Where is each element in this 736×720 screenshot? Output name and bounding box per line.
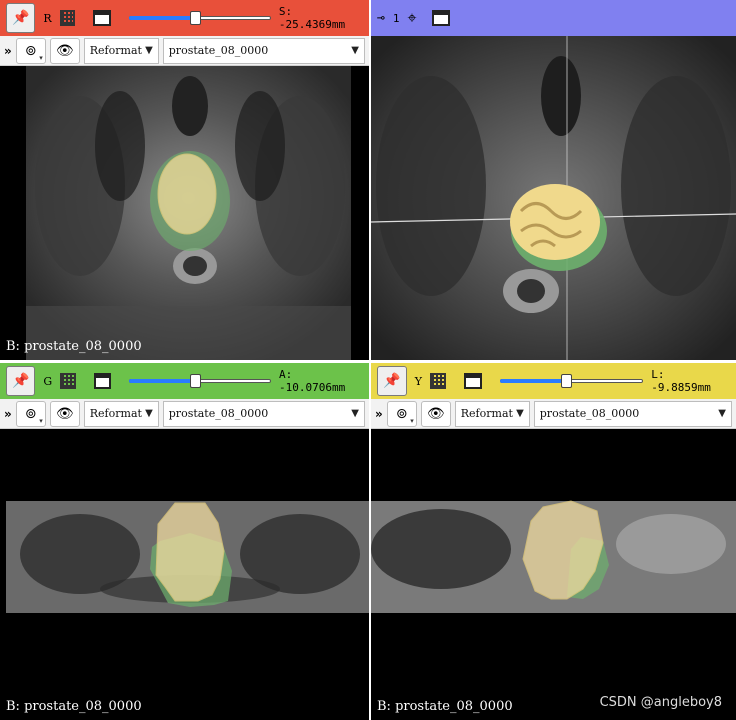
layout-grid-icon[interactable] bbox=[429, 373, 446, 389]
pin-icon[interactable]: ⊸ bbox=[377, 11, 385, 26]
yellow-view-toolbar: » ⊚ ▾ 👁 Reformat ▼ prostate_08_0000 ▼ bbox=[371, 399, 736, 429]
eye-icon: 👁 bbox=[55, 42, 74, 59]
volume-value: prostate_08_0000 bbox=[539, 407, 640, 420]
orientation-value: Reformat bbox=[460, 407, 513, 420]
3d-render-image[interactable] bbox=[371, 36, 736, 360]
visibility-button[interactable]: 👁 bbox=[49, 400, 80, 427]
3d-view-controller-bar: ⊸ 1 ⌖ bbox=[371, 0, 736, 36]
dropdown-arrow-icon: ▼ bbox=[516, 408, 524, 419]
pin-icon: 📌 bbox=[383, 373, 401, 389]
slider-thumb[interactable] bbox=[189, 374, 201, 388]
orientation-dropdown[interactable]: Reformat ▼ bbox=[83, 400, 159, 427]
maximize-view-icon[interactable] bbox=[93, 373, 112, 389]
yellow-slice-view[interactable]: 📌 Y L: -9.8859mm » ⊚ ▾ 👁 Reformat ▼ prosta… bbox=[371, 363, 736, 720]
red-slice-view[interactable]: 📌 R S: -25.4369mm » ⊚ ▾ 👁 Reformat ▼ prost… bbox=[0, 0, 369, 360]
visibility-button[interactable]: 👁 bbox=[420, 400, 451, 427]
view-axis-label: R bbox=[43, 11, 52, 25]
slider-thumb[interactable] bbox=[561, 374, 573, 388]
slice-offset-slider[interactable] bbox=[129, 11, 271, 25]
orientation-value: Reformat bbox=[89, 407, 142, 420]
green-view-toolbar: » ⊚ ▾ 👁 Reformat ▼ prostate_08_0000 ▼ bbox=[0, 399, 369, 429]
slice-offset-slider[interactable] bbox=[499, 374, 644, 388]
link-rings-icon: ⊚ bbox=[24, 42, 37, 59]
pin-icon: 📌 bbox=[11, 373, 30, 389]
dropdown-arrow-icon: ▼ bbox=[145, 45, 153, 56]
red-view-toolbar: » ⊚ ▾ 👁 Reformat ▼ prostate_08_0000 ▼ bbox=[0, 36, 369, 66]
maximize-view-icon[interactable] bbox=[463, 373, 482, 389]
maximize-view-icon[interactable] bbox=[432, 10, 451, 26]
eye-icon: 👁 bbox=[55, 405, 74, 422]
pin-icon: 📌 bbox=[11, 10, 30, 26]
link-rings-icon: ⊚ bbox=[24, 405, 37, 422]
background-volume-dropdown[interactable]: prostate_08_0000 ▼ bbox=[533, 400, 732, 427]
visibility-button[interactable]: 👁 bbox=[49, 37, 80, 64]
center-view-icon[interactable]: ⌖ bbox=[407, 8, 416, 28]
background-volume-dropdown[interactable]: prostate_08_0000 ▼ bbox=[162, 37, 365, 64]
slider-fill bbox=[129, 16, 196, 20]
dropdown-arrow-icon: ▼ bbox=[351, 408, 359, 419]
view-number: 1 bbox=[392, 11, 400, 25]
yellow-view-controller-bar: 📌 Y L: -9.8859mm bbox=[371, 363, 736, 399]
slice-offset-slider[interactable] bbox=[129, 374, 271, 388]
pin-button[interactable]: 📌 bbox=[6, 366, 36, 396]
view-axis-label: G bbox=[43, 374, 53, 388]
link-rings-icon: ⊚ bbox=[395, 405, 408, 422]
slice-offset-readout: S: -25.4369mm bbox=[278, 5, 346, 31]
3d-view[interactable]: ⊸ 1 ⌖ bbox=[371, 0, 736, 360]
slice-offset-readout: A: -10.0706mm bbox=[278, 368, 346, 394]
slider-fill bbox=[129, 379, 196, 383]
dropdown-arrow-icon: ▼ bbox=[718, 408, 726, 419]
layout-grid-icon[interactable] bbox=[60, 373, 76, 389]
more-chevron-icon[interactable]: » bbox=[375, 407, 383, 421]
link-button[interactable]: ⊚ ▾ bbox=[15, 37, 46, 64]
background-volume-dropdown[interactable]: prostate_08_0000 ▼ bbox=[162, 400, 365, 427]
slice-offset-readout: L: -9.8859mm bbox=[651, 368, 711, 394]
slider-thumb[interactable] bbox=[189, 11, 201, 25]
green-slice-view[interactable]: 📌 G A: -10.0706mm » ⊚ ▾ 👁 Reformat ▼ prost… bbox=[0, 363, 369, 720]
green-slice-image[interactable]: B: prostate_08_0000 bbox=[0, 429, 369, 720]
pin-button[interactable]: 📌 bbox=[6, 3, 36, 33]
yellow-slice-image[interactable]: B: prostate_08_0000 bbox=[371, 429, 736, 720]
more-chevron-icon[interactable]: » bbox=[4, 44, 12, 58]
view-caption: B: prostate_08_0000 bbox=[6, 699, 142, 714]
view-caption: B: prostate_08_0000 bbox=[6, 339, 142, 354]
slider-fill bbox=[499, 379, 568, 383]
layout-grid-icon[interactable] bbox=[59, 10, 76, 26]
link-button[interactable]: ⊚ ▾ bbox=[386, 400, 417, 427]
view-caption: B: prostate_08_0000 bbox=[377, 699, 513, 714]
dropdown-arrow-icon: ▼ bbox=[145, 408, 153, 419]
orientation-value: Reformat bbox=[89, 44, 142, 57]
view-divider-vertical bbox=[369, 0, 371, 720]
pin-button[interactable]: 📌 bbox=[377, 366, 407, 396]
view-divider-horizontal bbox=[0, 360, 736, 363]
orientation-dropdown[interactable]: Reformat ▼ bbox=[83, 37, 159, 64]
watermark-text: CSDN @angleboy8 bbox=[599, 695, 722, 710]
red-slice-image[interactable]: B: prostate_08_0000 bbox=[0, 66, 369, 360]
dropdown-arrow-icon: ▼ bbox=[351, 45, 359, 56]
eye-icon: 👁 bbox=[426, 405, 445, 422]
link-button[interactable]: ⊚ ▾ bbox=[15, 400, 46, 427]
volume-value: prostate_08_0000 bbox=[168, 44, 269, 57]
red-view-controller-bar: 📌 R S: -25.4369mm bbox=[0, 0, 369, 36]
orientation-dropdown[interactable]: Reformat ▼ bbox=[454, 400, 530, 427]
maximize-view-icon[interactable] bbox=[93, 10, 112, 26]
volume-value: prostate_08_0000 bbox=[168, 407, 269, 420]
more-chevron-icon[interactable]: » bbox=[4, 407, 12, 421]
green-view-controller-bar: 📌 G A: -10.0706mm bbox=[0, 363, 369, 399]
view-axis-label: Y bbox=[414, 374, 422, 388]
